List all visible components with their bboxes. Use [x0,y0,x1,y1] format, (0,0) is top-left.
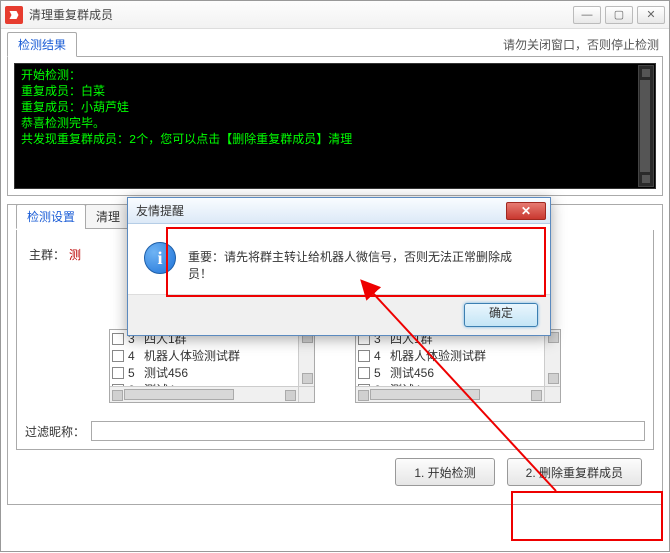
tab-detection-settings[interactable]: 检测设置 [16,204,86,229]
delete-duplicates-button[interactable]: 2. 删除重复群成员 [507,458,642,486]
group-list-right[interactable]: 3四人1群 4机器人体验测试群 5测试456 6测试4 [355,329,561,403]
horizontal-scrollbar[interactable] [356,386,544,402]
list-item[interactable]: 4机器人体验测试群 [356,347,560,364]
info-icon: i [144,242,176,274]
warning-text: 请勿关闭窗口，否则停止检测 [503,36,659,56]
console-scrollbar[interactable] [638,65,654,187]
vertical-scrollbar[interactable] [544,330,560,386]
dialog-ok-button[interactable]: 确定 [464,303,538,327]
checkbox-icon[interactable] [112,367,124,379]
checkbox-icon[interactable] [358,367,370,379]
scrollbar-corner [298,386,314,402]
start-detection-button[interactable]: 1. 开始检测 [395,458,494,486]
list-item[interactable]: 5测试456 [356,364,560,381]
close-button[interactable]: ✕ [637,6,665,24]
horizontal-scrollbar[interactable] [110,386,298,402]
window-controls: — ▢ ✕ [569,6,665,24]
console-output: 开始检测： 重复成员：白菜 重复成员：小葫芦娃 恭喜检测完毕。 共发现重复群成员… [14,63,656,189]
console-line: 恭喜检测完毕。 [21,116,649,132]
dialog-footer: 确定 [128,294,550,335]
checkbox-icon[interactable] [112,350,124,362]
minimize-button[interactable]: — [573,6,601,24]
tab-clean[interactable]: 清理 [85,204,131,229]
filter-input[interactable] [91,421,645,441]
window-title: 清理重复群成员 [29,6,569,23]
scrollbar-corner [544,386,560,402]
app-icon [5,6,23,24]
main-group-label: 主群： [25,246,65,263]
list-item[interactable]: 4机器人体验测试群 [110,347,314,364]
checkbox-icon[interactable] [358,350,370,362]
group-list-left[interactable]: 3四人1群 4机器人体验测试群 5测试456 6测试4 [109,329,315,403]
console-panel: 开始检测： 重复成员：白菜 重复成员：小葫芦娃 恭喜检测完毕。 共发现重复群成员… [7,56,663,196]
dialog-message: 重要：请先将群主转让给机器人微信号，否则无法正常删除成员！ [188,242,534,282]
list-item[interactable]: 5测试456 [110,364,314,381]
console-line: 共发现重复群成员：2个，您可以点击【删除重复群成员】清理 [21,132,649,148]
dialog-title: 友情提醒 [136,202,506,219]
group-lists: 3四人1群 4机器人体验测试群 5测试456 6测试4 3四人1群 4机器人体验… [25,329,645,403]
dialog-titlebar[interactable]: 友情提醒 ✕ [128,198,550,224]
console-line: 重复成员：白菜 [21,84,649,100]
reminder-dialog: 友情提醒 ✕ i 重要：请先将群主转让给机器人微信号，否则无法正常删除成员！ 确… [127,197,551,336]
console-line: 重复成员：小葫芦娃 [21,100,649,116]
tab-detection-result[interactable]: 检测结果 [7,32,77,57]
console-line: 开始检测： [21,68,649,84]
maximize-button[interactable]: ▢ [605,6,633,24]
main-group-value: 测 [69,246,81,263]
top-row: 检测结果 请勿关闭窗口，否则停止检测 [1,29,669,56]
dialog-close-button[interactable]: ✕ [506,202,546,220]
filter-row: 过滤昵称： [25,421,645,441]
window-titlebar: 清理重复群成员 — ▢ ✕ [1,1,669,29]
filter-label: 过滤昵称： [25,423,85,440]
action-button-row: 1. 开始检测 2. 删除重复群成员 [16,450,654,496]
checkbox-icon[interactable] [112,333,124,345]
dialog-body: i 重要：请先将群主转让给机器人微信号，否则无法正常删除成员！ [128,224,550,294]
vertical-scrollbar[interactable] [298,330,314,386]
